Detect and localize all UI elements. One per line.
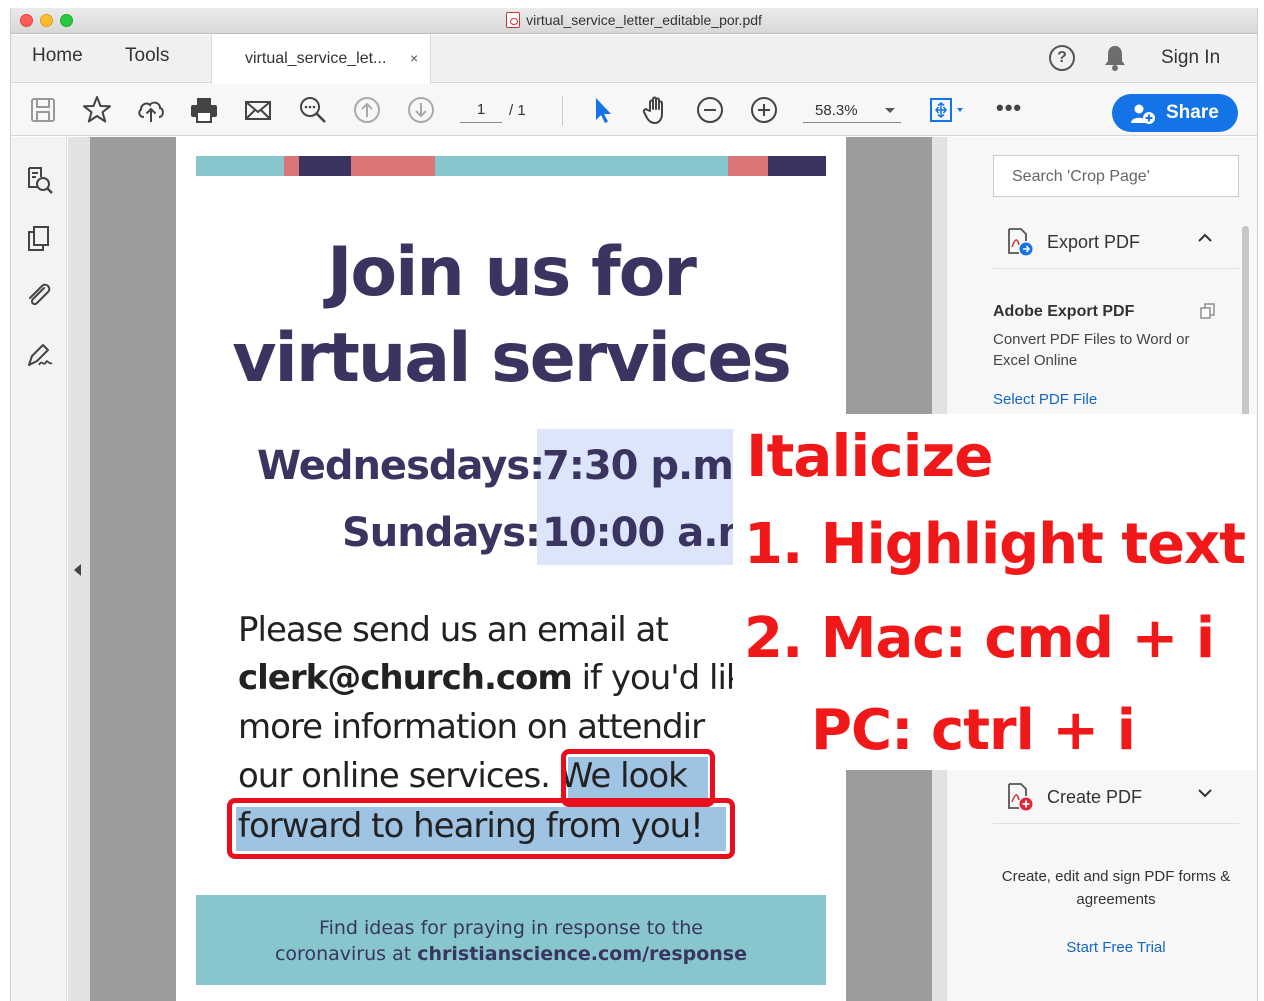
chevron-up-icon[interactable] bbox=[1197, 231, 1213, 249]
create-pdf-icon bbox=[1007, 782, 1033, 812]
tab-document[interactable]: virtual_service_let... × bbox=[211, 35, 431, 84]
body-line-1[interactable]: Please send us an email at bbox=[238, 610, 669, 650]
zoom-out-icon[interactable] bbox=[694, 94, 726, 126]
sunday-label[interactable]: Sundays: bbox=[342, 510, 541, 556]
title-bar: virtual_service_letter_editable_por.pdf bbox=[11, 8, 1257, 34]
adobe-export-title: Adobe Export PDF bbox=[993, 303, 1135, 320]
decor-stripe-navy bbox=[768, 156, 826, 176]
email-address[interactable]: clerk@church.com bbox=[238, 658, 573, 698]
chevron-down-icon[interactable] bbox=[1197, 786, 1213, 804]
headline-line-2[interactable]: virtual services bbox=[176, 319, 846, 398]
bell-icon[interactable] bbox=[1103, 44, 1127, 72]
tools-pane-scrollbar[interactable] bbox=[1242, 226, 1249, 422]
zoom-level-select[interactable]: 58.3% bbox=[803, 97, 901, 123]
page-total: / 1 bbox=[509, 102, 526, 119]
create-pdf-header[interactable]: Create PDF bbox=[993, 770, 1239, 824]
search-zoom-icon[interactable] bbox=[297, 94, 329, 126]
copy-icon[interactable] bbox=[1199, 302, 1217, 320]
export-pdf-icon bbox=[1007, 227, 1033, 257]
attachment-paperclip-icon[interactable] bbox=[24, 280, 54, 310]
overlay-step-pc: PC: ctrl + i bbox=[811, 698, 1136, 763]
hand-tool-icon[interactable] bbox=[640, 94, 672, 126]
upload-cloud-icon[interactable] bbox=[135, 94, 167, 126]
create-pdf-description: Create, edit and sign PDF forms & agreem… bbox=[1001, 868, 1231, 908]
decor-stripe-coral bbox=[284, 156, 299, 176]
toolbar: 1 / 1 58.3% ••• Share bbox=[11, 84, 1257, 136]
adobe-export-description: Convert PDF Files to Word or Excel Onlin… bbox=[993, 331, 1190, 369]
body-line-2[interactable]: clerk@church.com if you'd lik bbox=[238, 658, 746, 698]
decor-stripe-teal bbox=[435, 156, 728, 176]
copy-pages-icon[interactable] bbox=[24, 223, 54, 253]
overlay-step-2: 2. Mac: cmd + i bbox=[744, 606, 1215, 671]
fit-page-icon[interactable] bbox=[926, 94, 970, 126]
overlay-step-1: 1. Highlight text bbox=[744, 512, 1246, 577]
close-tab-icon[interactable]: × bbox=[410, 50, 418, 66]
decor-stripe-teal bbox=[196, 156, 284, 176]
page-thumbnails-icon[interactable] bbox=[24, 165, 54, 195]
overlay-title: Italicize bbox=[746, 422, 994, 490]
footer-website-link[interactable]: christianscience.com/response bbox=[417, 943, 747, 965]
export-pdf-header[interactable]: Export PDF bbox=[993, 215, 1239, 269]
left-navigation-rail bbox=[11, 137, 67, 1001]
pdf-file-icon bbox=[506, 12, 521, 28]
chevron-down-icon bbox=[885, 108, 895, 113]
document-tab-label: virtual_service_let... bbox=[245, 50, 387, 67]
zoom-level-value: 58.3% bbox=[815, 102, 858, 119]
next-page-icon[interactable] bbox=[405, 94, 437, 126]
footer-banner: Find ideas for praying in response to th… bbox=[196, 895, 826, 985]
sign-in-link[interactable]: Sign In bbox=[1161, 47, 1220, 69]
window-title-text: virtual_service_letter_editable_por.pdf bbox=[526, 12, 762, 28]
tab-bar: Home Tools virtual_service_let... × ? Si… bbox=[11, 35, 1257, 84]
body-line-2-rest: if you'd lik bbox=[571, 658, 746, 698]
tab-home[interactable]: Home bbox=[32, 45, 83, 67]
more-tools-icon[interactable]: ••• bbox=[996, 97, 1022, 119]
sunday-time[interactable]: 10:00 a.m bbox=[542, 510, 759, 556]
share-button-label: Share bbox=[1166, 102, 1219, 123]
tools-search-input[interactable]: Search 'Crop Page' bbox=[993, 155, 1239, 197]
bookmark-star-icon[interactable] bbox=[81, 94, 113, 126]
help-icon[interactable]: ? bbox=[1049, 45, 1075, 71]
page-number-input[interactable]: 1 bbox=[460, 97, 502, 123]
share-button[interactable]: Share bbox=[1112, 94, 1238, 132]
instruction-overlay: Italicize 1. Highlight text 2. Mac: cmd … bbox=[733, 414, 1256, 770]
select-cursor-icon[interactable] bbox=[587, 94, 619, 126]
add-person-icon bbox=[1131, 104, 1155, 124]
decor-stripe-navy bbox=[299, 156, 351, 176]
create-pdf-label: Create PDF bbox=[1047, 787, 1143, 807]
headline-line-1[interactable]: Join us for bbox=[176, 233, 846, 312]
footer-line-2: coronavirus at christianscience.com/resp… bbox=[196, 941, 826, 967]
wednesday-label[interactable]: Wednesdays: bbox=[257, 443, 545, 489]
previous-page-icon[interactable] bbox=[351, 94, 383, 126]
decor-stripe-coral bbox=[728, 156, 768, 176]
email-icon[interactable] bbox=[242, 94, 274, 126]
zoom-in-icon[interactable] bbox=[748, 94, 780, 126]
footer-line-1: Find ideas for praying in response to th… bbox=[319, 917, 703, 939]
body-line-4-start: our online services. bbox=[238, 756, 551, 796]
export-pdf-label: Export PDF bbox=[1047, 232, 1141, 252]
body-line-3[interactable]: more information on attendir bbox=[238, 707, 705, 747]
signature-pen-icon[interactable] bbox=[24, 340, 54, 370]
start-free-trial-link[interactable]: Start Free Trial bbox=[993, 939, 1239, 956]
wednesday-time[interactable]: 7:30 p.m. bbox=[542, 443, 748, 489]
toolbar-divider bbox=[562, 96, 563, 126]
viewer-margin-left bbox=[90, 137, 176, 1001]
window-title: virtual_service_letter_editable_por.pdf bbox=[11, 12, 1257, 28]
decor-stripe-coral bbox=[351, 156, 435, 176]
select-pdf-file-link[interactable]: Select PDF File bbox=[993, 391, 1097, 408]
print-icon[interactable] bbox=[188, 94, 220, 126]
footer-line-2-start: coronavirus at bbox=[274, 943, 418, 965]
annotation-box bbox=[227, 798, 735, 859]
save-icon[interactable] bbox=[27, 94, 59, 126]
tab-tools[interactable]: Tools bbox=[125, 45, 169, 67]
collapse-panel-arrow-icon[interactable] bbox=[74, 564, 81, 576]
